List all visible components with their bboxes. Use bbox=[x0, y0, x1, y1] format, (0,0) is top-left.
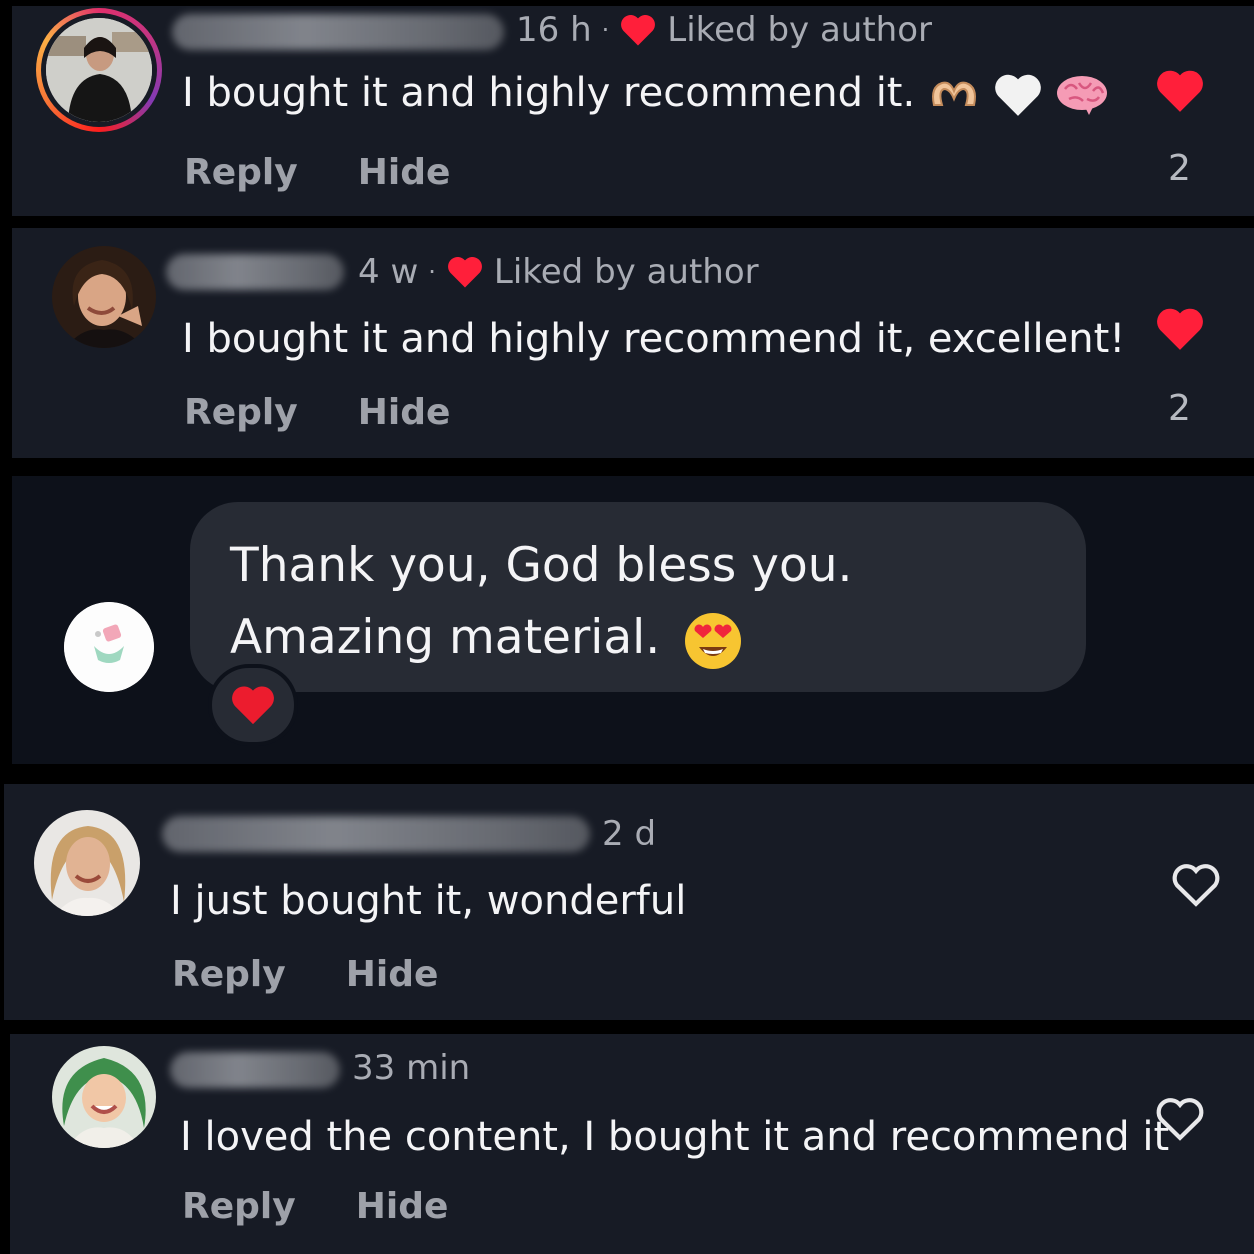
comment-actions: Reply Hide bbox=[172, 954, 438, 995]
liked-heart-icon bbox=[447, 256, 482, 288]
timestamp: 4 w bbox=[358, 252, 419, 292]
reply-button[interactable]: Reply bbox=[184, 392, 298, 433]
comment-meta: 33 min bbox=[352, 1048, 470, 1088]
heart-hands-icon bbox=[931, 81, 976, 106]
avatar[interactable] bbox=[46, 18, 152, 122]
separator-dot: · bbox=[428, 258, 436, 286]
hide-button[interactable]: Hide bbox=[356, 1186, 449, 1227]
username-blurred[interactable] bbox=[162, 816, 590, 852]
hide-button[interactable]: Hide bbox=[346, 954, 439, 995]
comment-text: I bought it and highly recommend it. bbox=[182, 70, 1109, 118]
like-count: 2 bbox=[1168, 388, 1191, 429]
like-count: 2 bbox=[1168, 148, 1191, 189]
like-heart-icon[interactable] bbox=[1154, 68, 1206, 114]
reaction-badge[interactable] bbox=[208, 664, 298, 746]
reply-text: Thank you, God bless you. Amazing materi… bbox=[230, 530, 1050, 674]
hide-button[interactable]: Hide bbox=[358, 392, 451, 433]
timestamp: 2 d bbox=[602, 814, 657, 854]
liked-heart-icon bbox=[621, 14, 656, 46]
username-blurred[interactable] bbox=[172, 14, 504, 50]
red-heart-icon bbox=[232, 686, 274, 725]
like-heart-outline-icon[interactable] bbox=[1154, 1096, 1206, 1142]
comment-text: I loved the content, I bought it and rec… bbox=[180, 1114, 1170, 1160]
timestamp: 16 h bbox=[516, 10, 592, 50]
like-heart-icon[interactable] bbox=[1154, 306, 1206, 352]
heart-eyes-icon bbox=[685, 612, 742, 669]
white-heart-icon bbox=[994, 74, 1041, 116]
avatar[interactable] bbox=[52, 246, 156, 348]
comment-text: I bought it and highly recommend it, exc… bbox=[182, 316, 1126, 362]
timestamp: 33 min bbox=[352, 1048, 471, 1088]
username-blurred[interactable] bbox=[170, 1052, 340, 1088]
avatar[interactable] bbox=[34, 810, 140, 916]
separator-dot: · bbox=[601, 16, 610, 44]
author-avatar[interactable] bbox=[64, 602, 154, 692]
comment-actions: Reply Hide bbox=[184, 392, 450, 433]
comment-text: I just bought it, wonderful bbox=[170, 878, 687, 924]
reply-button[interactable]: Reply bbox=[172, 954, 286, 995]
brain-icon bbox=[1057, 76, 1108, 115]
comment-actions: Reply Hide bbox=[184, 152, 450, 193]
like-heart-outline-icon[interactable] bbox=[1170, 862, 1222, 908]
liked-by-author-label: Liked by author bbox=[667, 10, 932, 50]
comment-meta: 16 h · Liked by author bbox=[516, 10, 932, 50]
liked-by-author-label: Liked by author bbox=[493, 252, 759, 292]
comment-actions: Reply Hide bbox=[182, 1186, 448, 1227]
reply-button[interactable]: Reply bbox=[182, 1186, 296, 1227]
comment-meta: 2 d bbox=[602, 814, 656, 854]
username-blurred[interactable] bbox=[166, 254, 344, 290]
reply-button[interactable]: Reply bbox=[184, 152, 298, 193]
avatar[interactable] bbox=[52, 1046, 156, 1148]
hide-button[interactable]: Hide bbox=[358, 152, 451, 193]
comment-meta: 4 w · Liked by author bbox=[358, 252, 759, 292]
